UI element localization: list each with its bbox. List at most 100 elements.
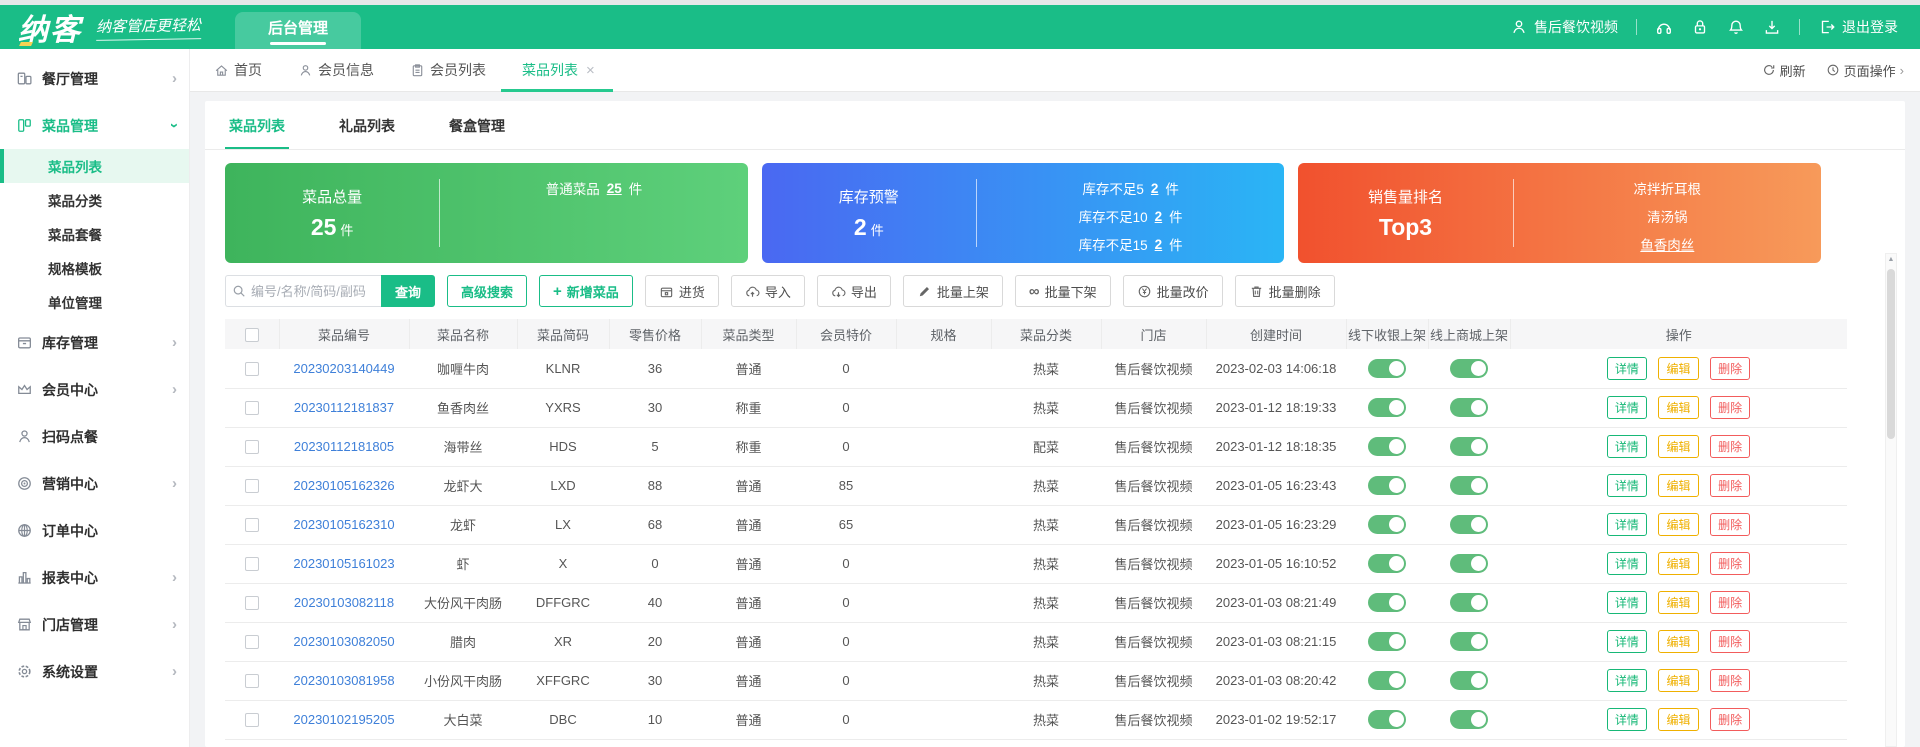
edit-button[interactable]: 编辑 <box>1658 630 1698 653</box>
mall-online-toggle[interactable] <box>1450 515 1488 534</box>
delete-button[interactable]: 删除 <box>1710 669 1750 692</box>
lock-icon[interactable] <box>1691 18 1709 36</box>
stock-under-15-link[interactable]: 2 <box>1155 237 1163 252</box>
headset-icon[interactable] <box>1655 18 1673 36</box>
mall-online-toggle[interactable] <box>1450 398 1488 417</box>
tab-member-info[interactable]: 会员信息 <box>298 60 374 80</box>
row-checkbox[interactable] <box>245 674 259 688</box>
close-icon[interactable]: × <box>586 62 595 79</box>
sidebar-item-inventory[interactable]: 库存管理› <box>0 319 189 366</box>
dish-id-link[interactable]: 20230103081958 <box>279 661 409 700</box>
row-checkbox[interactable] <box>245 635 259 649</box>
delete-button[interactable]: 删除 <box>1710 630 1750 653</box>
import-button[interactable]: 导入 <box>731 275 805 307</box>
top-dish-3-link[interactable]: 鱼香肉丝 <box>1640 234 1694 254</box>
bell-icon[interactable] <box>1727 18 1745 36</box>
sidebar-item-orders[interactable]: 订单中心 <box>0 507 189 554</box>
pos-online-toggle[interactable] <box>1368 632 1406 651</box>
batch-offshelf-button[interactable]: ∞批量下架 <box>1015 275 1111 307</box>
sidebar-item-reports[interactable]: 报表中心› <box>0 554 189 601</box>
detail-button[interactable]: 详情 <box>1607 396 1647 419</box>
subtab-gift-list[interactable]: 礼品列表 <box>335 101 399 149</box>
pos-online-toggle[interactable] <box>1368 398 1406 417</box>
sidebar-item-dish-list[interactable]: 菜品列表 <box>0 149 189 183</box>
detail-button[interactable]: 详情 <box>1607 669 1647 692</box>
sidebar-item-marketing[interactable]: 营销中心› <box>0 460 189 507</box>
row-checkbox[interactable] <box>245 440 259 454</box>
pos-online-toggle[interactable] <box>1368 437 1406 456</box>
edit-button[interactable]: 编辑 <box>1658 552 1698 575</box>
delete-button[interactable]: 删除 <box>1710 357 1750 380</box>
backstage-nav-tab[interactable]: 后台管理 <box>235 12 361 49</box>
search-button[interactable]: 查询 <box>381 275 435 307</box>
delete-button[interactable]: 删除 <box>1710 708 1750 731</box>
row-checkbox[interactable] <box>245 479 259 493</box>
detail-button[interactable]: 详情 <box>1607 591 1647 614</box>
dish-id-link[interactable]: 20230112181805 <box>279 427 409 466</box>
edit-button[interactable]: 编辑 <box>1658 669 1698 692</box>
dish-id-link[interactable]: 20230105162326 <box>279 466 409 505</box>
page-operations-button[interactable]: 页面操作 › <box>1826 61 1904 80</box>
mall-online-toggle[interactable] <box>1450 593 1488 612</box>
sidebar-item-restaurant[interactable]: 餐厅管理› <box>0 55 189 102</box>
row-checkbox[interactable] <box>245 401 259 415</box>
edit-button[interactable]: 编辑 <box>1658 357 1698 380</box>
sidebar-item-scan-order[interactable]: 扫码点餐 <box>0 413 189 460</box>
detail-button[interactable]: 详情 <box>1607 435 1647 458</box>
detail-button[interactable]: 详情 <box>1607 513 1647 536</box>
row-checkbox[interactable] <box>245 713 259 727</box>
tab-home[interactable]: 首页 <box>214 60 262 80</box>
edit-button[interactable]: 编辑 <box>1658 591 1698 614</box>
edit-button[interactable]: 编辑 <box>1658 513 1698 536</box>
batch-price-button[interactable]: 批量改价 <box>1123 275 1223 307</box>
pos-online-toggle[interactable] <box>1368 593 1406 612</box>
pos-online-toggle[interactable] <box>1368 554 1406 573</box>
sidebar-item-member-center[interactable]: 会员中心› <box>0 366 189 413</box>
stock-under-5-link[interactable]: 2 <box>1151 181 1159 196</box>
search-input[interactable] <box>251 284 369 299</box>
dish-id-link[interactable]: 20230103082118 <box>279 583 409 622</box>
detail-button[interactable]: 详情 <box>1607 474 1647 497</box>
dish-id-link[interactable]: 20230102195205 <box>279 700 409 739</box>
vertical-scrollbar[interactable]: ▲ <box>1885 253 1897 747</box>
pos-online-toggle[interactable] <box>1368 671 1406 690</box>
tab-member-list[interactable]: 会员列表 <box>410 60 486 80</box>
pos-online-toggle[interactable] <box>1368 359 1406 378</box>
dish-id-link[interactable]: 20230103082050 <box>279 622 409 661</box>
mall-online-toggle[interactable] <box>1450 554 1488 573</box>
download-icon[interactable] <box>1763 18 1781 36</box>
logout-button[interactable]: 退出登录 <box>1818 17 1898 37</box>
pos-online-toggle[interactable] <box>1368 476 1406 495</box>
subtab-mealbox[interactable]: 餐盒管理 <box>445 101 509 149</box>
sidebar-item-stores[interactable]: 门店管理› <box>0 601 189 648</box>
refresh-button[interactable]: 刷新 <box>1762 61 1806 80</box>
row-checkbox[interactable] <box>245 518 259 532</box>
dish-id-link[interactable]: 20230112181837 <box>279 388 409 427</box>
row-checkbox[interactable] <box>245 596 259 610</box>
mall-online-toggle[interactable] <box>1450 437 1488 456</box>
scrollbar-thumb[interactable] <box>1887 269 1895 439</box>
delete-button[interactable]: 删除 <box>1710 513 1750 536</box>
select-all-checkbox[interactable] <box>245 328 259 342</box>
scroll-up-icon[interactable]: ▲ <box>1888 256 1895 263</box>
normal-dish-count-link[interactable]: 25 <box>607 181 622 196</box>
account-menu[interactable]: 售后餐饮视频 <box>1510 17 1618 37</box>
add-dish-button[interactable]: +新增菜品 <box>539 275 633 307</box>
delete-button[interactable]: 删除 <box>1710 552 1750 575</box>
dish-id-link[interactable]: 20230203140449 <box>279 349 409 388</box>
edit-button[interactable]: 编辑 <box>1658 708 1698 731</box>
sidebar-item-dish-combo[interactable]: 菜品套餐 <box>0 217 189 251</box>
edit-button[interactable]: 编辑 <box>1658 435 1698 458</box>
sidebar-item-unit-management[interactable]: 单位管理 <box>0 285 189 319</box>
mall-online-toggle[interactable] <box>1450 632 1488 651</box>
detail-button[interactable]: 详情 <box>1607 357 1647 380</box>
dish-id-link[interactable]: 20230105162310 <box>279 505 409 544</box>
pos-online-toggle[interactable] <box>1368 515 1406 534</box>
export-button[interactable]: 导出 <box>817 275 891 307</box>
subtab-dish-list[interactable]: 菜品列表 <box>225 101 289 149</box>
delete-button[interactable]: 删除 <box>1710 396 1750 419</box>
batch-onshelf-button[interactable]: 批量上架 <box>903 275 1003 307</box>
edit-button[interactable]: 编辑 <box>1658 396 1698 419</box>
batch-delete-button[interactable]: 批量删除 <box>1235 275 1335 307</box>
sidebar-item-dish-management[interactable]: 菜品管理› <box>0 102 189 149</box>
